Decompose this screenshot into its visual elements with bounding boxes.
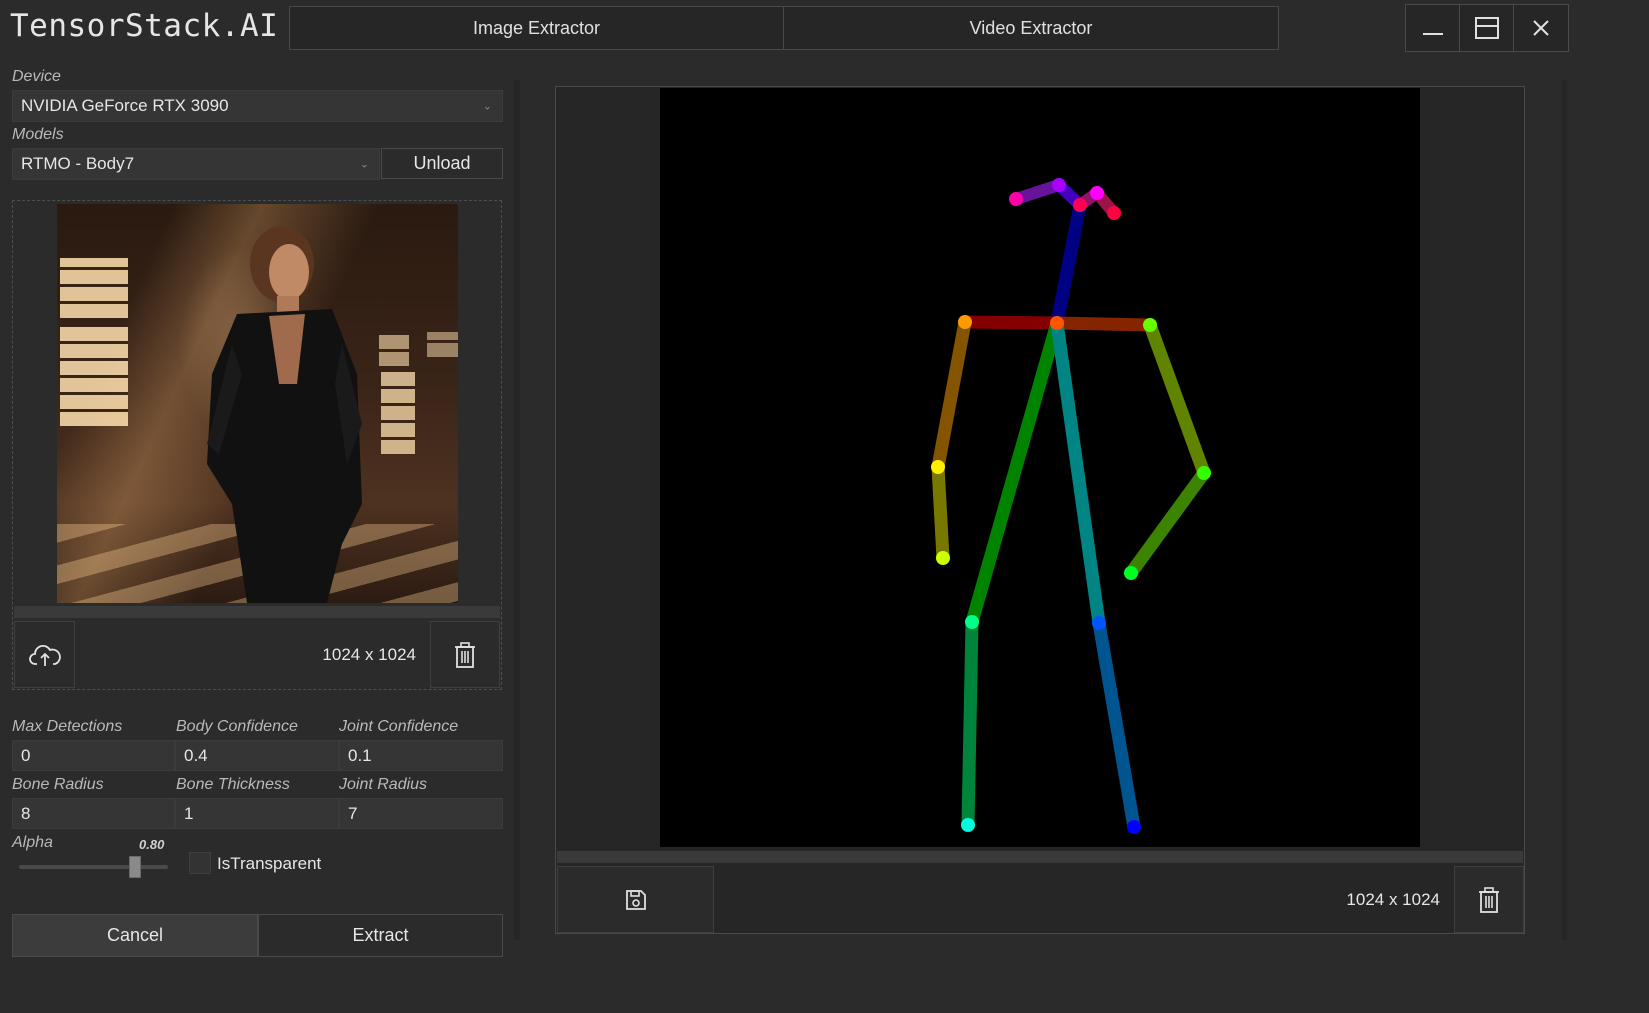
cancel-button[interactable]: Cancel <box>12 914 258 957</box>
alpha-value: 0.80 <box>139 837 165 852</box>
slider-track <box>19 865 168 869</box>
body-confidence-label: Body Confidence <box>176 718 298 735</box>
pose-skeleton <box>931 178 1211 834</box>
minimize-button[interactable] <box>1405 4 1461 52</box>
bone-radius-label: Bone Radius <box>12 776 104 793</box>
horizontal-scrollbar[interactable] <box>14 606 500 618</box>
cloud-upload-icon <box>28 644 61 666</box>
device-select[interactable]: NVIDIA GeForce RTX 3090 ⌄ <box>12 90 503 122</box>
upload-button[interactable] <box>14 621 75 688</box>
output-image <box>660 88 1420 847</box>
delete-output-button[interactable] <box>1454 866 1524 933</box>
minimize-icon <box>1423 33 1443 35</box>
body-confidence-input[interactable]: 0.4 <box>175 740 339 771</box>
output-dimensions: 1024 x 1024 <box>1346 889 1440 909</box>
save-button[interactable] <box>557 866 714 933</box>
panel-splitter[interactable] <box>514 80 520 940</box>
chevron-down-icon: ⌄ <box>482 100 492 113</box>
close-icon <box>1533 20 1549 36</box>
tab-image-extractor[interactable]: Image Extractor <box>289 6 784 50</box>
max-detections-input[interactable]: 0 <box>12 740 175 771</box>
models-label: Models <box>12 126 64 143</box>
bone-thickness-input[interactable]: 1 <box>175 798 339 829</box>
input-image <box>57 204 458 603</box>
alpha-label: Alpha <box>12 834 53 851</box>
right-splitter[interactable] <box>1562 80 1567 940</box>
save-icon <box>625 889 646 910</box>
app-title: TensorStack.AI <box>10 8 279 44</box>
delete-input-button[interactable] <box>430 621 500 688</box>
unload-button[interactable]: Unload <box>381 148 503 179</box>
trash-icon <box>455 641 475 668</box>
input-dimensions: 1024 x 1024 <box>322 644 416 664</box>
joint-radius-input[interactable]: 7 <box>339 798 503 829</box>
maximize-button[interactable] <box>1459 4 1515 52</box>
joint-confidence-input[interactable]: 0.1 <box>339 740 503 771</box>
trash-icon <box>1479 886 1499 913</box>
slider-thumb[interactable] <box>129 856 141 878</box>
is-transparent-checkbox[interactable] <box>189 852 211 874</box>
device-value: NVIDIA GeForce RTX 3090 <box>21 96 229 115</box>
model-value: RTMO - Body7 <box>21 154 135 173</box>
max-detections-label: Max Detections <box>12 718 123 735</box>
chevron-down-icon: ⌄ <box>359 158 369 171</box>
output-horizontal-scrollbar[interactable] <box>557 851 1523 863</box>
tab-video-extractor[interactable]: Video Extractor <box>783 6 1279 50</box>
bone-radius-input[interactable]: 8 <box>12 798 175 829</box>
device-label: Device <box>12 68 61 85</box>
person-figure <box>207 226 362 603</box>
is-transparent-label: IsTransparent <box>217 854 322 873</box>
extract-button[interactable]: Extract <box>258 914 503 957</box>
joint-radius-label: Joint Radius <box>339 776 428 793</box>
joint-confidence-label: Joint Confidence <box>339 718 459 735</box>
alpha-slider[interactable] <box>19 856 168 878</box>
maximize-icon <box>1475 17 1499 39</box>
bone-thickness-label: Bone Thickness <box>176 776 290 793</box>
model-select[interactable]: RTMO - Body7 ⌄ <box>12 148 380 180</box>
close-button[interactable] <box>1513 4 1569 52</box>
